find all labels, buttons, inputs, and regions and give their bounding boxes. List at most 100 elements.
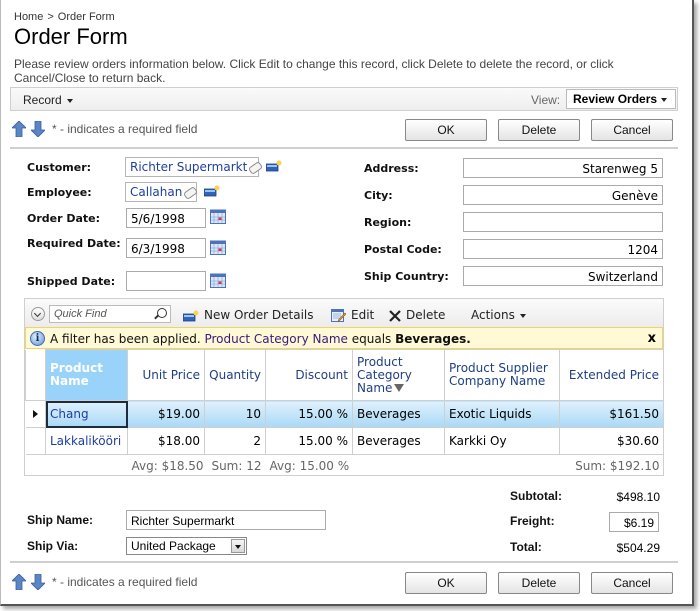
table-row[interactable]: Chang $19.00 10 15.00 % Beverages Exotic… (25, 400, 664, 428)
caret-down-icon (66, 98, 73, 103)
collapse-toggle-icon[interactable] (31, 307, 45, 321)
record-menu[interactable]: Record (23, 93, 73, 107)
breadcrumb-home-link[interactable]: Home (14, 11, 43, 23)
breadcrumb-separator: > (47, 11, 54, 23)
view-label: View: (531, 93, 561, 107)
extended-price-cell: $30.60 (559, 427, 664, 455)
shipped-date-input[interactable] (126, 271, 206, 291)
total-label: Total: (510, 540, 542, 554)
filter-operator: equals (351, 332, 392, 346)
column-header-unit-price[interactable]: Unit Price (127, 349, 205, 401)
eraser-icon[interactable] (183, 185, 199, 200)
column-header-quantity[interactable]: Quantity (204, 349, 266, 401)
postal-code-input[interactable]: 1204 (463, 239, 663, 259)
ship-country-input[interactable]: Switzerland (463, 266, 663, 286)
delete-button[interactable]: Delete (498, 119, 580, 141)
supplier-cell: Exotic Liquids (444, 400, 560, 428)
address-input[interactable]: Starenweg 5 (463, 158, 663, 178)
aggregate-spacer (444, 454, 560, 477)
aggregate-spacer (25, 454, 46, 477)
discount-cell: 15.00 % (265, 427, 353, 455)
edit-icon (331, 308, 346, 322)
delete-x-icon (389, 309, 401, 322)
delete-button[interactable]: Delete (498, 572, 580, 594)
new-employee-icon[interactable] (204, 185, 220, 197)
calendar-icon[interactable] (210, 273, 226, 288)
filter-message: A filter has been applied. Product Categ… (50, 332, 471, 346)
address-label: Address: (364, 162, 419, 175)
employee-lookup[interactable]: Callahan (125, 182, 199, 202)
total-value: $504.29 (616, 541, 660, 555)
previous-record-arrow-icon[interactable] (12, 574, 26, 590)
product-name-cell[interactable]: Chang (45, 400, 128, 428)
caret-down-icon (661, 98, 667, 102)
order-date-label: Order Date: (27, 212, 101, 225)
row-indicator-header (25, 349, 46, 401)
aggregate-spacer (352, 454, 445, 477)
delete-row-button[interactable]: Delete (389, 308, 445, 322)
required-field-note: * - indicates a required field (52, 575, 198, 589)
calendar-icon[interactable] (210, 209, 226, 224)
product-name-cell[interactable]: Lakkalikööri (45, 427, 128, 455)
previous-record-arrow-icon[interactable] (12, 121, 26, 137)
ship-via-value: United Package (131, 539, 216, 553)
column-header-product-category-name[interactable]: Product Category Name (352, 349, 445, 401)
city-label: City: (364, 189, 393, 202)
ship-via-select[interactable]: United Package (126, 537, 247, 555)
action-row-bottom: * - indicates a required field OK Delete… (12, 571, 680, 597)
cancel-button[interactable]: Cancel (591, 572, 673, 594)
customer-value: Richter Supermarkt (130, 160, 248, 174)
next-record-arrow-icon[interactable] (31, 121, 45, 137)
order-date-input[interactable]: 5/6/1998 (126, 208, 206, 228)
order-details-grid: Quick Find New Order Details Edit Delete… (24, 298, 664, 477)
new-customer-icon[interactable] (266, 160, 282, 172)
aggregate-row: Avg: $18.50 Sum: 12 Avg: 15.00 % Sum: $1… (25, 454, 664, 477)
supplier-cell: Karkki Oy (444, 427, 560, 455)
edit-button[interactable]: Edit (331, 308, 374, 323)
search-icon[interactable] (157, 308, 167, 318)
ok-button[interactable]: OK (405, 119, 487, 141)
ship-name-label: Ship Name: (27, 513, 94, 527)
column-header-extended-price[interactable]: Extended Price (559, 349, 664, 401)
new-order-details-button[interactable]: New Order Details (183, 308, 314, 322)
freight-input[interactable]: $6.19 (609, 512, 659, 532)
column-header-product-name[interactable]: Product Name (45, 349, 128, 401)
extended-price-aggregate: Sum: $192.10 (559, 454, 664, 477)
info-icon: i (30, 331, 45, 346)
ok-button[interactable]: OK (405, 572, 487, 594)
calendar-icon[interactable] (210, 240, 226, 255)
divider (10, 147, 678, 149)
extended-price-cell: $161.50 (559, 400, 664, 428)
table-header-row: Product Name Unit Price Quantity Discoun… (25, 349, 664, 401)
eraser-icon[interactable] (248, 160, 264, 175)
customer-lookup[interactable]: Richter Supermarkt (125, 157, 264, 177)
column-header-discount[interactable]: Discount (265, 349, 353, 401)
region-label: Region: (364, 216, 412, 229)
next-record-arrow-icon[interactable] (31, 574, 45, 590)
filter-value: Beverages. (395, 332, 471, 346)
close-filter-icon[interactable]: x (648, 331, 656, 346)
postal-code-label: Postal Code: (364, 243, 442, 256)
column-header-product-supplier[interactable]: Product Supplier Company Name (444, 349, 560, 401)
required-date-input[interactable]: 6/3/1998 (126, 238, 206, 258)
dropdown-arrow-icon[interactable] (231, 539, 245, 553)
ship-name-input[interactable]: Richter Supermarkt (126, 510, 326, 530)
new-record-icon (183, 310, 199, 321)
city-input[interactable]: Genève (463, 185, 663, 205)
filter-field-link[interactable]: Product Category Name (204, 332, 347, 346)
subtotal-value: $498.10 (616, 490, 660, 504)
view-selector[interactable]: Review Orders (566, 89, 676, 109)
customer-label: Customer: (27, 161, 92, 174)
filter-funnel-icon[interactable] (394, 384, 405, 392)
cancel-button[interactable]: Cancel (591, 119, 673, 141)
quick-find-input[interactable]: Quick Find (49, 305, 171, 323)
region-input[interactable] (463, 212, 663, 232)
employee-label: Employee: (27, 186, 92, 199)
actions-menu[interactable]: Actions (471, 308, 526, 322)
quick-find-placeholder: Quick Find (54, 308, 107, 320)
category-cell: Beverages (352, 427, 445, 455)
quantity-cell: 2 (204, 427, 266, 455)
unit-price-cell: $18.00 (127, 427, 205, 455)
table-row[interactable]: Lakkalikööri $18.00 2 15.00 % Beverages … (25, 427, 664, 455)
quantity-aggregate: Sum: 12 (204, 454, 266, 477)
